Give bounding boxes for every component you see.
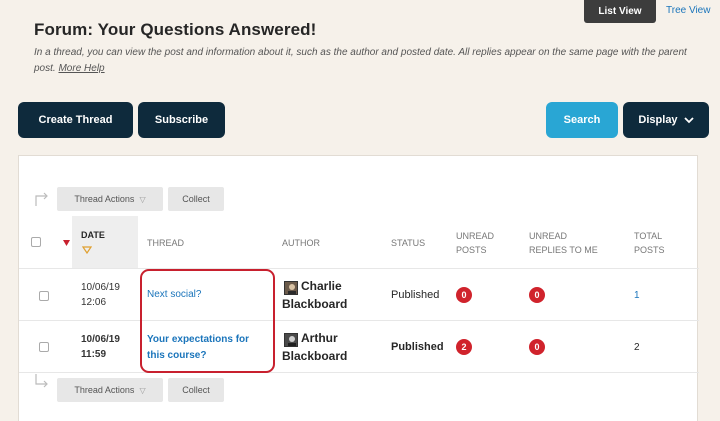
display-button[interactable]: Display <box>623 102 709 138</box>
row-checkbox[interactable] <box>39 342 49 352</box>
unread-replies-badge[interactable]: 0 <box>529 287 545 303</box>
elbow-arrow-icon <box>35 374 48 388</box>
page-description: In a thread, you can view the post and i… <box>34 45 704 77</box>
thread-actions-dropdown[interactable]: Thread Actions ▽ <box>57 378 163 402</box>
row-date-day: 10/06/19 <box>81 282 120 293</box>
row-date-time: 12:06 <box>81 297 107 308</box>
thread-list-panel: Thread Actions ▽ Collect DATE THREAD AUT… <box>18 155 699 421</box>
chevron-down-icon <box>683 116 694 124</box>
row-date: 10/06/19 12:06 <box>81 280 120 310</box>
more-help-link[interactable]: More Help <box>58 63 104 74</box>
search-button[interactable]: Search <box>546 102 618 138</box>
tree-view-link[interactable]: Tree View <box>666 5 710 16</box>
thread-actions-label: Thread Actions <box>74 194 135 204</box>
unread-replies-badge[interactable]: 0 <box>529 339 545 355</box>
subscribe-button[interactable]: Subscribe <box>138 102 225 138</box>
status-header[interactable]: STATUS <box>391 236 425 250</box>
thread-highlight-outline <box>140 269 275 373</box>
display-label: Display <box>638 114 678 126</box>
collect-button[interactable]: Collect <box>168 378 224 402</box>
create-thread-button[interactable]: Create Thread <box>18 102 133 138</box>
row-status: Published <box>391 341 444 353</box>
caret-down-icon: ▽ <box>139 385 146 395</box>
row-date-time: 11:59 <box>81 349 107 360</box>
view-toggle: List View Tree View <box>584 0 720 24</box>
author-header[interactable]: AUTHOR <box>282 236 320 250</box>
date-header[interactable]: DATE <box>81 228 105 242</box>
unread-replies-header-line1: UNREAD <box>529 231 568 241</box>
page-title: Forum: Your Questions Answered! <box>34 20 317 39</box>
sort-arrow-icon[interactable] <box>82 246 92 254</box>
thread-actions-dropdown[interactable]: Thread Actions ▽ <box>57 187 163 211</box>
total-posts-header-line2: POSTS <box>634 245 665 255</box>
row-date: 10/06/19 11:59 <box>81 332 120 362</box>
unread-posts-header[interactable]: UNREAD POSTS <box>456 229 494 257</box>
row-checkbox[interactable] <box>39 291 49 301</box>
collect-button[interactable]: Collect <box>168 187 224 211</box>
row-divider <box>19 268 699 269</box>
author-last-name: Blackboard <box>282 349 348 363</box>
unread-posts-header-line2: POSTS <box>456 245 487 255</box>
author-first-name: Arthur <box>301 331 338 345</box>
list-view-tab[interactable]: List View <box>584 0 656 23</box>
author-first-name: Charlie <box>301 279 342 293</box>
total-posts[interactable]: 2 <box>634 342 640 353</box>
row-author[interactable]: Arthur Blackboard <box>282 329 382 365</box>
unread-posts-header-line1: UNREAD <box>456 231 495 241</box>
unread-replies-header-line2: REPLIES TO ME <box>529 245 598 255</box>
select-all-checkbox[interactable] <box>31 237 41 247</box>
row-divider <box>19 320 699 321</box>
row-date-day: 10/06/19 <box>81 334 120 345</box>
thread-actions-label: Thread Actions <box>74 385 135 395</box>
thread-actions-bar-top: Thread Actions ▽ Collect <box>19 187 279 211</box>
elbow-arrow-icon <box>35 192 48 206</box>
unread-posts-badge[interactable]: 0 <box>456 287 472 303</box>
thread-header[interactable]: THREAD <box>147 236 184 250</box>
row-divider <box>19 372 699 373</box>
description-text: In a thread, you can view the post and i… <box>34 47 687 74</box>
date-column-header[interactable] <box>72 216 138 268</box>
unread-replies-header[interactable]: UNREAD REPLIES TO ME <box>529 229 598 257</box>
flag-icon[interactable] <box>63 240 70 246</box>
row-status: Published <box>391 289 440 301</box>
caret-down-icon: ▽ <box>139 194 146 204</box>
total-posts[interactable]: 1 <box>634 290 640 301</box>
unread-posts-badge[interactable]: 2 <box>456 339 472 355</box>
thread-actions-bar-bottom: Thread Actions ▽ Collect <box>19 374 279 402</box>
total-posts-header-line1: TOTAL <box>634 231 663 241</box>
total-posts-header[interactable]: TOTAL POSTS <box>634 229 665 257</box>
author-last-name: Blackboard <box>282 297 348 311</box>
row-author[interactable]: Charlie Blackboard <box>282 277 382 313</box>
